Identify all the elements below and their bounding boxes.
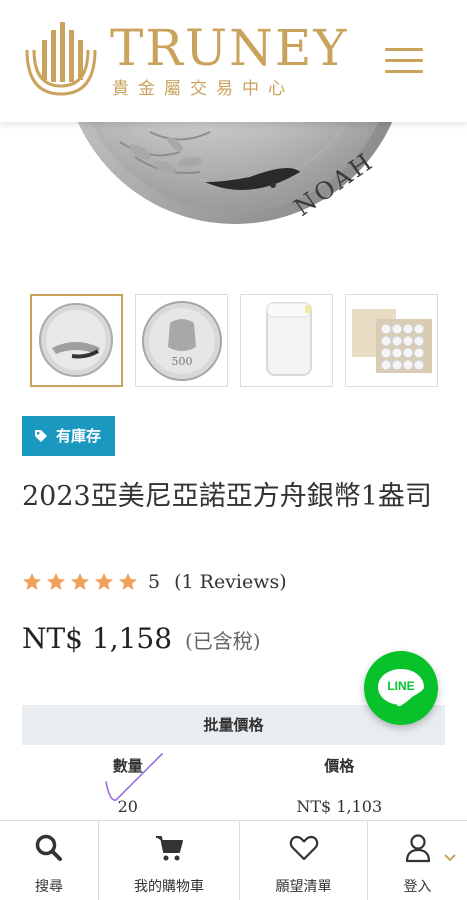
line-label: LINE (387, 679, 415, 693)
rating-value: 5 (148, 571, 161, 593)
product-title: 2023亞美尼亞諾亞方舟銀幣1盎司 (22, 481, 432, 512)
star-icon (71, 573, 89, 590)
nav-cart-label: 我的購物車 (134, 879, 204, 895)
column-header-price: 價格 (324, 757, 355, 775)
product-main-image[interactable]: NOAH (0, 122, 467, 282)
nav-search-label: 搜尋 (35, 879, 63, 895)
stock-badge-label: 有庫存 (56, 427, 102, 445)
logo-mark-icon (25, 22, 97, 96)
handdrawn-check-mark (105, 753, 163, 801)
coin-box-thumbnail[interactable] (345, 294, 438, 387)
star-icon (23, 573, 41, 590)
coin-tube-thumbnail[interactable] (240, 294, 333, 387)
rating-reviews-link[interactable]: (1 Reviews) (174, 571, 287, 593)
nav-wishlist-label: 願望清單 (275, 879, 332, 895)
brand-subtitle: 貴金屬交易中心 (112, 79, 294, 99)
search-icon (35, 834, 62, 861)
tax-note: (已含稅) (184, 629, 261, 653)
brand-name: TRUNEY (110, 19, 349, 77)
chevron-down-icon[interactable] (443, 853, 457, 863)
product-price: NT$ 1,158 (已含稅) (22, 622, 261, 655)
heart-icon (289, 835, 318, 861)
nav-login-label: 登入 (403, 879, 432, 895)
nav-wishlist[interactable]: 願望清單 (240, 821, 368, 900)
cart-icon (156, 836, 183, 861)
nav-cart[interactable]: 我的購物車 (99, 821, 240, 900)
product-gallery-thumbnails: 500 (30, 294, 440, 388)
star-icon (95, 573, 113, 590)
coin-reverse-thumbnail[interactable] (30, 294, 123, 387)
star-icon (119, 573, 137, 590)
tag-icon (35, 430, 47, 442)
bulk-pricing-table: 批量價格 數量 價格 20 NT$ 1,103 (22, 705, 445, 827)
star-icon (47, 573, 65, 590)
bottom-navigation: 搜尋 我的購物車 願望清單 登入 (0, 820, 467, 900)
brand-logo[interactable]: TRUNEY 貴金屬交易中心 (22, 20, 346, 104)
svg-text:500: 500 (172, 355, 193, 368)
nav-login[interactable]: 登入 (368, 821, 467, 900)
site-header: TRUNEY 貴金屬交易中心 (0, 0, 467, 122)
product-rating[interactable]: 5 (1 Reviews) (22, 568, 287, 596)
silver-coin-image: NOAH (77, 122, 393, 224)
line-chat-button[interactable]: LINE (364, 651, 438, 725)
in-stock-badge: 有庫存 (22, 416, 116, 456)
user-icon (405, 834, 430, 863)
nav-search[interactable]: 搜尋 (0, 821, 99, 900)
price-value: NT$ 1,158 (22, 622, 173, 655)
coin-obverse-thumbnail[interactable]: 500 (135, 294, 228, 387)
hamburger-menu-icon[interactable] (385, 48, 425, 74)
